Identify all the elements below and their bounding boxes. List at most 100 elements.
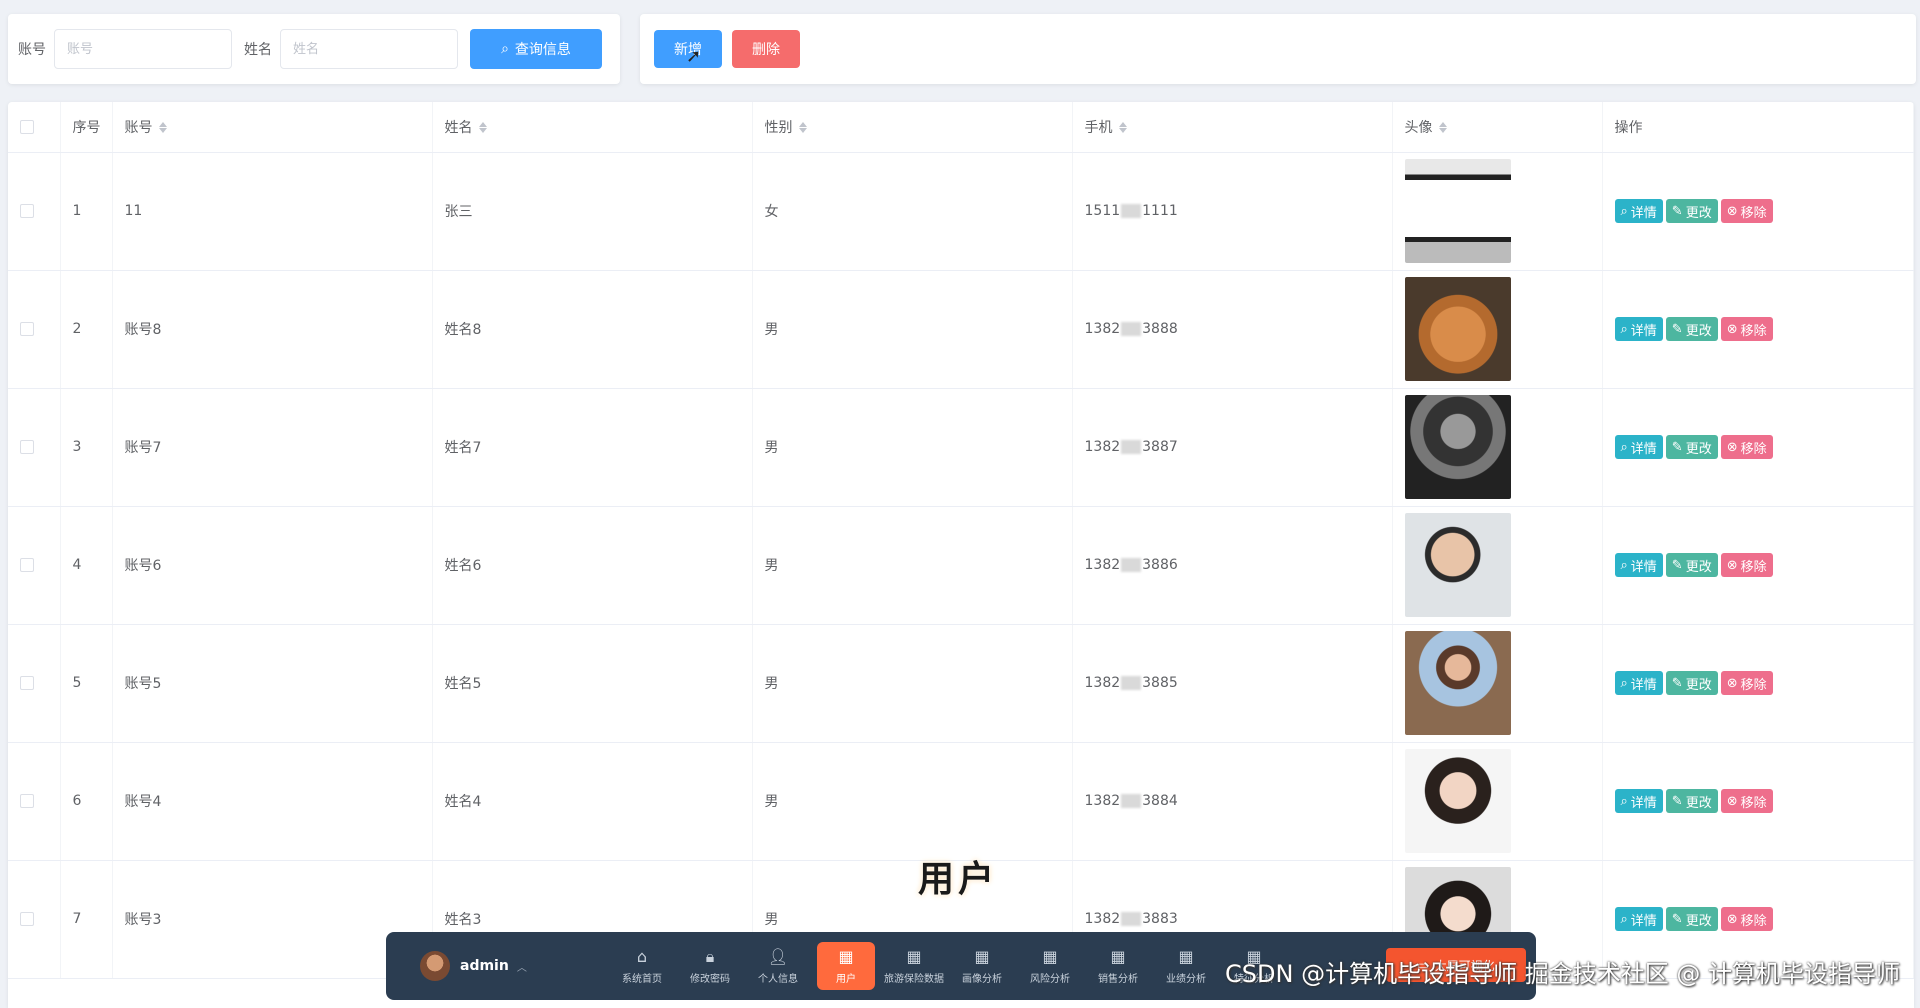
cell-account: 11 <box>112 152 433 271</box>
grid-icon: ▦ <box>1110 946 1126 966</box>
row-checkbox[interactable] <box>20 204 34 218</box>
phone-suffix: 3885 <box>1142 675 1178 691</box>
edit-button[interactable]: ✎ 更改 <box>1665 907 1718 931</box>
detail-label: 详情 <box>1630 559 1657 575</box>
phone-suffix: 3888 <box>1142 321 1178 337</box>
remove-button[interactable]: ⊗ 移除 <box>1720 553 1773 577</box>
cell-gender: 男 <box>752 506 1073 625</box>
detail-button[interactable]: ⌕ 详情 <box>1614 199 1663 223</box>
cell-account: 账号3 <box>112 860 433 979</box>
col-phone[interactable]: 手机 <box>1072 102 1393 153</box>
row-checkbox[interactable] <box>20 912 34 926</box>
remove-button[interactable]: ⊗ 移除 <box>1720 317 1773 341</box>
dock-item[interactable]: ▦ 风险分析 <box>1016 942 1084 990</box>
dock-item[interactable]: 👤︎ 个人信息 <box>744 942 812 990</box>
search-icon: ⌕ <box>1620 557 1628 573</box>
phone-prefix: 1382 <box>1084 675 1121 691</box>
avatar-image[interactable] <box>1404 513 1511 617</box>
detail-button[interactable]: ⌕ 详情 <box>1614 789 1663 813</box>
sort-icon[interactable] <box>1118 122 1127 134</box>
chevron-up-icon: ︿ <box>516 962 527 974</box>
remove-button[interactable]: ⊗ 移除 <box>1720 199 1773 223</box>
cell-phone: 1511 1111 <box>1072 152 1393 271</box>
remove-button[interactable]: ⊗ 移除 <box>1720 789 1773 813</box>
home-icon: ⌂ <box>636 946 648 966</box>
edit-label: 更改 <box>1685 205 1712 221</box>
mouse-cursor-icon: ➚ <box>686 46 702 67</box>
row-select-cell <box>8 506 61 625</box>
cell-index: 5 <box>60 624 113 743</box>
user-menu[interactable]: admin ︿ <box>420 951 600 981</box>
phone-mask <box>1121 558 1142 572</box>
col-gender[interactable]: 性别 <box>752 102 1073 153</box>
action-panel: 新增 删除 <box>640 14 1916 84</box>
phone-mask <box>1121 912 1142 926</box>
sort-icon[interactable] <box>478 122 487 134</box>
row-checkbox[interactable] <box>20 440 34 454</box>
edit-button[interactable]: ✎ 更改 <box>1665 199 1718 223</box>
dock-item[interactable]: ▦ 旅游保险数据 <box>880 942 948 990</box>
search-icon: ⌕ <box>1620 793 1628 809</box>
dock-item[interactable]: ⌂ 系统首页 <box>608 942 676 990</box>
detail-button[interactable]: ⌕ 详情 <box>1614 435 1663 459</box>
cell-index: 2 <box>60 270 113 389</box>
select-all-checkbox[interactable] <box>20 119 34 134</box>
row-checkbox[interactable] <box>20 794 34 808</box>
remove-button[interactable]: ⊗ 移除 <box>1720 907 1773 931</box>
close-circle-icon: ⊗ <box>1726 675 1738 691</box>
edit-button[interactable]: ✎ 更改 <box>1665 789 1718 813</box>
close-circle-icon: ⊗ <box>1726 793 1738 809</box>
remove-button[interactable]: ⊗ 移除 <box>1720 435 1773 459</box>
search-icon: ⌕ <box>1620 675 1628 691</box>
pencil-icon: ✎ <box>1671 321 1683 337</box>
sort-icon[interactable] <box>158 122 167 134</box>
cell-gender: 男 <box>752 270 1073 389</box>
close-circle-icon: ⊗ <box>1726 557 1738 573</box>
row-checkbox[interactable] <box>20 322 34 336</box>
detail-label: 详情 <box>1630 913 1657 929</box>
table-row: 5 账号5 姓名5 男 1382 3885 ⌕ 详情 ✎ 更改 ⊗ 移除 <box>8 624 1914 743</box>
remove-button[interactable]: ⊗ 移除 <box>1720 671 1773 695</box>
avatar-image[interactable] <box>1404 749 1511 853</box>
avatar-image[interactable] <box>1404 395 1511 499</box>
dock-item[interactable]: 🔒︎ 修改密码 <box>676 942 744 990</box>
remove-label: 移除 <box>1740 559 1767 575</box>
edit-button[interactable]: ✎ 更改 <box>1665 435 1718 459</box>
detail-button[interactable]: ⌕ 详情 <box>1614 317 1663 341</box>
phone-prefix: 1382 <box>1084 439 1121 455</box>
edit-button[interactable]: ✎ 更改 <box>1665 317 1718 341</box>
avatar-image[interactable] <box>1404 277 1511 381</box>
col-account[interactable]: 账号 <box>112 102 433 153</box>
table-row: 4 账号6 姓名6 男 1382 3886 ⌕ 详情 ✎ 更改 ⊗ 移除 <box>8 506 1914 625</box>
account-search-input[interactable] <box>54 29 232 69</box>
edit-button[interactable]: ✎ 更改 <box>1665 553 1718 577</box>
dock-item-label: 修改密码 <box>690 973 730 985</box>
avatar-image[interactable] <box>1404 159 1511 263</box>
grid-icon: ▦ <box>1178 946 1194 966</box>
row-checkbox[interactable] <box>20 676 34 690</box>
row-select-cell <box>8 388 61 507</box>
dock-nav: ⌂ 系统首页 🔒︎ 修改密码 👤︎ 个人信息 ▦ 用户 ▦ 旅游保险数据 ▦ 画像分析 ▦ 风险分析 ▦ 销售… <box>608 942 1288 990</box>
sort-icon[interactable] <box>798 122 807 134</box>
sort-icon[interactable] <box>1438 122 1447 134</box>
phone-mask <box>1121 322 1142 336</box>
name-search-input[interactable] <box>280 29 458 69</box>
dock-item[interactable]: ▦ 画像分析 <box>948 942 1016 990</box>
avatar-image[interactable] <box>1404 631 1511 735</box>
dock-item[interactable]: ▦ 销售分析 <box>1084 942 1152 990</box>
query-button[interactable]: ⌕ 查询信息 <box>470 29 602 69</box>
detail-button[interactable]: ⌕ 详情 <box>1614 553 1663 577</box>
detail-button[interactable]: ⌕ 详情 <box>1614 671 1663 695</box>
detail-button[interactable]: ⌕ 详情 <box>1614 907 1663 931</box>
col-name[interactable]: 姓名 <box>432 102 753 153</box>
edit-button[interactable]: ✎ 更改 <box>1665 671 1718 695</box>
cell-account: 账号5 <box>112 624 433 743</box>
row-checkbox[interactable] <box>20 558 34 572</box>
remove-label: 移除 <box>1740 677 1767 693</box>
dock-item[interactable]: ▦ 业绩分析 <box>1152 942 1220 990</box>
dock-item[interactable]: ▦ 用户 <box>817 942 875 990</box>
grid-icon: ▦ <box>906 946 922 966</box>
col-avatar[interactable]: 头像 <box>1392 102 1603 153</box>
remove-label: 移除 <box>1740 205 1767 221</box>
delete-button[interactable]: 删除 <box>732 30 800 68</box>
